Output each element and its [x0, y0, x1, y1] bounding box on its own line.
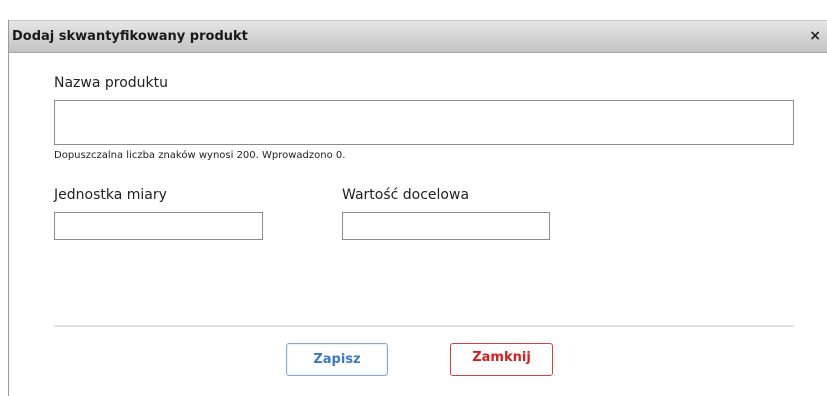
footer-separator: [54, 325, 794, 327]
dialog-title: Dodaj skwantyfikowany produkt: [12, 29, 248, 44]
close-button[interactable]: Zamknij: [450, 343, 553, 376]
target-value-input[interactable]: [342, 212, 550, 240]
unit-label: Jednostka miary: [54, 187, 167, 203]
target-value-label: Wartość docelowa: [342, 187, 470, 203]
product-name-input[interactable]: [54, 100, 794, 145]
dialog-window: Dodaj skwantyfikowany produkt × Nazwa pr…: [0, 0, 827, 396]
close-icon[interactable]: ×: [809, 28, 821, 44]
dialog-header: Dodaj skwantyfikowany produkt ×: [8, 20, 827, 53]
top-strip: [0, 0, 827, 10]
unit-input[interactable]: [54, 212, 263, 240]
dialog-left-border: [8, 20, 9, 396]
char-limit-hint: Dopuszczalna liczba znaków wynosi 200. W…: [54, 150, 346, 161]
product-name-label: Nazwa produktu: [54, 75, 169, 91]
save-button[interactable]: Zapisz: [286, 343, 388, 376]
